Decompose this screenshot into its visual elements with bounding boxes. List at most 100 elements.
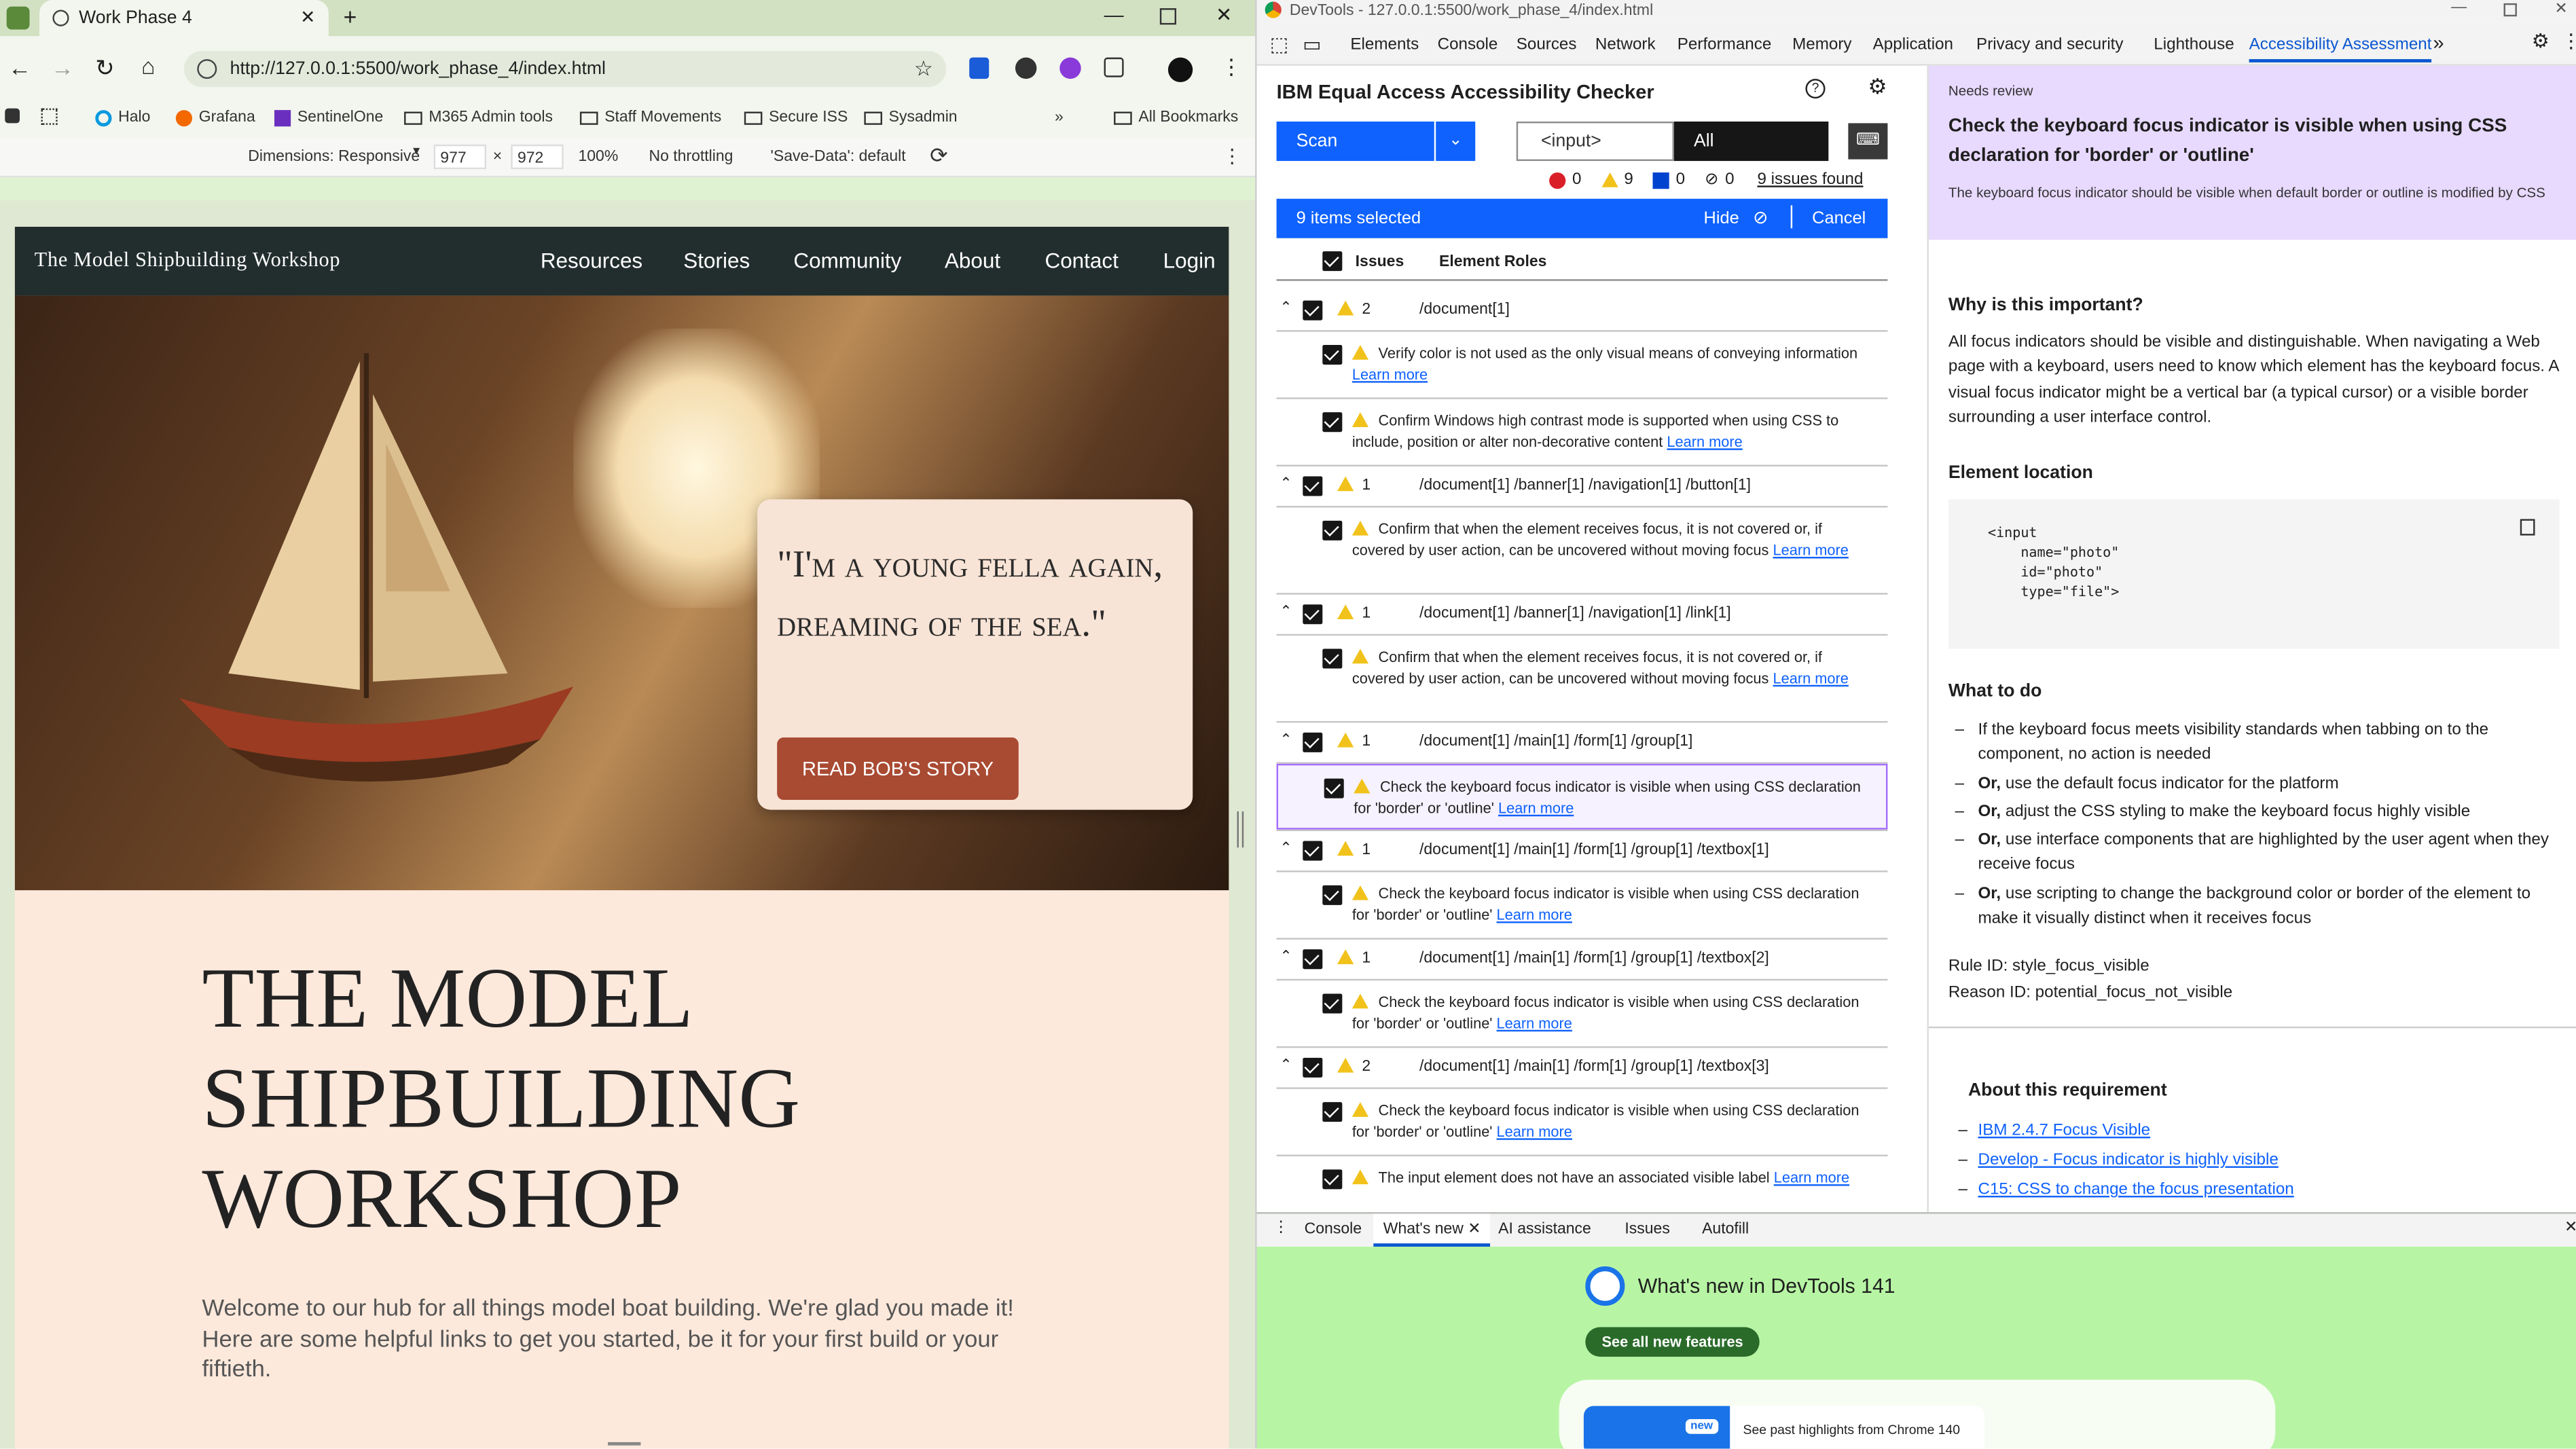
- zoom-select[interactable]: 100%: [578, 148, 618, 166]
- gear-icon[interactable]: ⚙: [1868, 74, 1887, 100]
- save-data-select[interactable]: 'Save-Data': default: [771, 148, 906, 166]
- more-bookmarks-icon[interactable]: »: [1055, 109, 1064, 127]
- issue-checkbox[interactable]: [1322, 993, 1343, 1014]
- issue-group-row[interactable]: ⌃ 1/document[1] /main[1] /form[1] /group[…: [1277, 831, 1888, 870]
- height-input[interactable]: 972: [511, 144, 564, 170]
- issue-group-row[interactable]: ⌃ 1/document[1] /main[1] /form[1] /group[…: [1277, 940, 1888, 979]
- chevron-up-icon[interactable]: ⌃: [1280, 948, 1292, 966]
- more-options-icon[interactable]: ⋮: [2561, 30, 2576, 53]
- close-icon[interactable]: ✕: [1468, 1220, 1481, 1239]
- tab-network[interactable]: Network: [1595, 36, 1656, 54]
- issues-found-link[interactable]: 9 issues found: [1757, 171, 1863, 189]
- chevron-up-icon[interactable]: ⌃: [1280, 299, 1292, 317]
- issue-checkbox[interactable]: [1324, 778, 1344, 799]
- learn-more-link[interactable]: Learn more: [1352, 366, 1428, 382]
- star-icon[interactable]: ☆: [914, 51, 933, 87]
- drawer-tab-ai-assistance[interactable]: AI assistance: [1498, 1220, 1591, 1239]
- issue-group-row[interactable]: ⌃ 2/document[1]: [1277, 291, 1888, 330]
- tab-sources[interactable]: Sources: [1517, 36, 1577, 54]
- issue-group-row[interactable]: ⌃ 1/document[1] /banner[1] /navigation[1]…: [1277, 466, 1888, 506]
- rotate-icon[interactable]: ⟳: [930, 143, 947, 169]
- tab-performance[interactable]: Performance: [1677, 36, 1771, 54]
- media-query-ruler[interactable]: [0, 177, 1256, 201]
- tab-console[interactable]: Console: [1438, 36, 1498, 54]
- nav-about[interactable]: About: [945, 248, 1000, 272]
- issue-row[interactable]: The input element does not have an assoc…: [1277, 1156, 1888, 1212]
- learn-more-link[interactable]: Learn more: [1498, 800, 1574, 816]
- close-icon[interactable]: ✕: [2564, 1219, 2576, 1237]
- width-input[interactable]: 977: [433, 144, 487, 170]
- cancel-button[interactable]: Cancel: [1812, 208, 1866, 228]
- device-toggle-icon[interactable]: ▭: [1303, 33, 1321, 56]
- group-checkbox[interactable]: [1303, 476, 1323, 496]
- forward-icon[interactable]: →: [51, 54, 74, 81]
- issue-checkbox[interactable]: [1322, 648, 1343, 669]
- group-checkbox[interactable]: [1303, 1057, 1323, 1078]
- issue-row[interactable]: Confirm Windows high contrast mode is su…: [1277, 399, 1888, 465]
- back-icon[interactable]: ←: [8, 54, 31, 81]
- dimensions-select[interactable]: Dimensions: Responsive: [248, 148, 420, 166]
- site-logo[interactable]: The Model Shipbuilding Workshop: [35, 248, 340, 272]
- nav-contact[interactable]: Contact: [1045, 248, 1118, 272]
- copy-icon[interactable]: [2520, 519, 2535, 536]
- close-window-button[interactable]: ✕: [2555, 0, 2568, 18]
- gear-icon[interactable]: ⚙: [2532, 30, 2550, 53]
- site-info-icon[interactable]: [197, 59, 217, 79]
- tab-search-button[interactable]: [6, 6, 30, 30]
- minimize-button[interactable]: —: [2451, 0, 2467, 16]
- issue-checkbox[interactable]: [1322, 885, 1343, 905]
- nav-login[interactable]: Login: [1163, 248, 1216, 272]
- tab-privacy[interactable]: Privacy and security: [1976, 36, 2123, 54]
- bookmark-folder[interactable]: Secure ISS: [744, 109, 848, 126]
- bookmark-halo[interactable]: Halo: [95, 109, 150, 126]
- extension-icon[interactable]: [1059, 57, 1081, 79]
- bookmark-grafana[interactable]: Grafana: [175, 109, 255, 126]
- tab-elements[interactable]: Elements: [1350, 36, 1419, 54]
- issue-group-row[interactable]: ⌃ 2/document[1] /main[1] /form[1] /group[…: [1277, 1048, 1888, 1087]
- chevron-up-icon[interactable]: ⌃: [1280, 475, 1292, 493]
- apps-icon[interactable]: [5, 108, 20, 124]
- maximize-button[interactable]: [2503, 3, 2517, 17]
- scan-options-chevron-icon[interactable]: ⌄: [1436, 122, 1476, 162]
- close-icon[interactable]: ✕: [300, 0, 315, 36]
- hide-button[interactable]: Hide: [1704, 208, 1739, 228]
- chevron-up-icon[interactable]: ⌃: [1280, 731, 1292, 749]
- nav-resources[interactable]: Resources: [541, 248, 642, 272]
- issue-checkbox[interactable]: [1322, 344, 1343, 365]
- group-checkbox[interactable]: [1303, 300, 1323, 320]
- bookmark-folder[interactable]: Staff Movements: [579, 109, 721, 126]
- help-icon[interactable]: ?: [1805, 79, 1826, 99]
- more-options-icon[interactable]: ⋮: [1222, 145, 1242, 168]
- resize-handle[interactable]: [1237, 811, 1244, 848]
- learn-more-link[interactable]: Learn more: [1497, 1014, 1572, 1031]
- group-checkbox[interactable]: [1303, 604, 1323, 625]
- issue-group-row[interactable]: ⌃ 1/document[1] /main[1] /form[1] /group[…: [1277, 722, 1888, 762]
- chevron-up-icon[interactable]: ⌃: [1280, 603, 1292, 621]
- drawer-menu-icon[interactable]: ⋮: [1273, 1219, 1289, 1237]
- more-tabs-icon[interactable]: »: [2433, 31, 2444, 54]
- issue-row[interactable]: Confirm that when the element receives f…: [1277, 636, 1888, 721]
- group-checkbox[interactable]: [1303, 949, 1323, 970]
- new-tab-button[interactable]: +: [344, 3, 357, 30]
- learn-more-link[interactable]: Learn more: [1497, 1123, 1572, 1139]
- nav-stories[interactable]: Stories: [683, 248, 750, 272]
- grid-icon[interactable]: [41, 108, 58, 125]
- throttle-select[interactable]: No throttling: [649, 148, 733, 166]
- highlights-card[interactable]: new See past highlights from Chrome 140: [1583, 1406, 1985, 1449]
- group-checkbox[interactable]: [1303, 732, 1323, 752]
- bookmark-folder[interactable]: Sysadmin: [864, 109, 958, 126]
- issue-row[interactable]: Check the keyboard focus indicator is vi…: [1277, 980, 1888, 1046]
- learn-more-link[interactable]: Learn more: [1667, 433, 1742, 450]
- extension-icon[interactable]: [969, 57, 990, 79]
- chevron-up-icon[interactable]: ⌃: [1280, 1056, 1292, 1074]
- maximize-button[interactable]: [1159, 8, 1177, 25]
- learn-more-link[interactable]: Learn more: [1774, 1169, 1849, 1186]
- requirement-link[interactable]: – IBM 2.4.7 Focus Visible: [1958, 1117, 2293, 1147]
- filter-input[interactable]: <input>: [1516, 122, 1674, 162]
- issue-row[interactable]: Check the keyboard focus indicator is vi…: [1276, 763, 1888, 830]
- read-story-button[interactable]: READ BOB'S STORY: [777, 737, 1019, 801]
- tab-memory[interactable]: Memory: [1792, 36, 1851, 54]
- see-all-features-button[interactable]: See all new features: [1585, 1327, 1760, 1357]
- scan-button[interactable]: Scan: [1276, 122, 1434, 162]
- bookmark-folder[interactable]: M365 Admin tools: [404, 109, 553, 126]
